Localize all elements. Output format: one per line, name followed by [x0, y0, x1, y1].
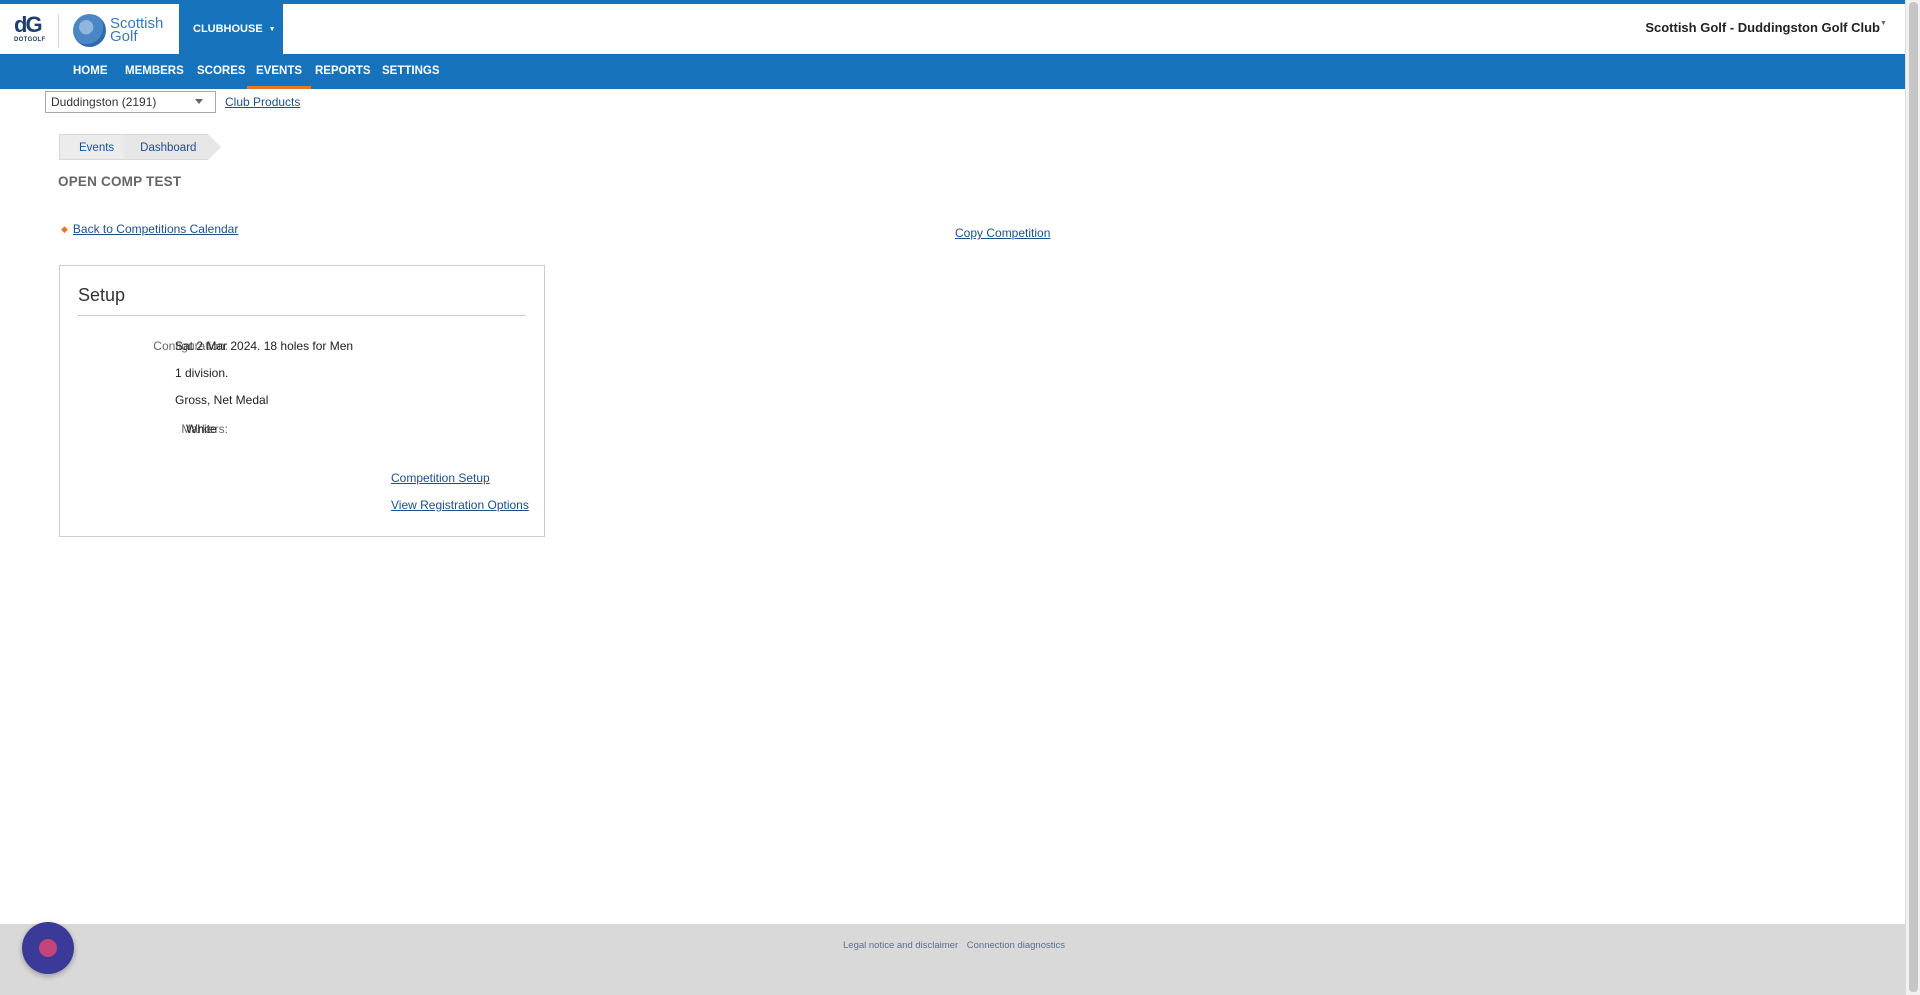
- divider: [78, 315, 526, 316]
- configuration-line: Sat 2 Mar 2024. 18 holes for Men: [175, 339, 354, 353]
- scottish-golf-logo[interactable]: Scottish Golf: [73, 12, 173, 48]
- setup-panel: Setup Configuration: Sat 2 Mar 2024. 18 …: [59, 265, 545, 537]
- nav-item-reports[interactable]: REPORTS: [315, 54, 371, 89]
- back-to-calendar-link[interactable]: Back to Competitions Calendar: [73, 222, 238, 236]
- chevron-down-icon[interactable]: ▼: [1880, 20, 1887, 27]
- connection-diagnostics-link[interactable]: Connection diagnostics: [967, 940, 1065, 951]
- configuration-line: 1 division.: [175, 366, 229, 380]
- clubhouse-menu-label: CLUBHOUSE: [193, 23, 263, 35]
- club-products-link[interactable]: Club Products: [225, 95, 300, 109]
- nav-item-scores[interactable]: SCORES: [197, 54, 246, 89]
- nav-item-home[interactable]: HOME: [73, 54, 108, 89]
- view-registration-options-link[interactable]: View Registration Options: [391, 498, 529, 512]
- nav-item-members[interactable]: MEMBERS: [125, 54, 184, 89]
- scrollbar[interactable]: [1905, 0, 1920, 995]
- dotgolf-logo-mark: dG: [14, 12, 43, 37]
- chat-indicator: [39, 939, 57, 957]
- nav-item-settings[interactable]: SETTINGS: [382, 54, 440, 89]
- account-menu[interactable]: Scottish Golf - Duddingston Golf Club: [1645, 20, 1880, 35]
- chevron-down-icon: ▼: [268, 26, 276, 33]
- club-select[interactable]: Duddingston (2191): [45, 91, 216, 113]
- scrollbar-thumb[interactable]: [1909, 2, 1918, 992]
- left-arrow-icon: ◆: [61, 223, 68, 234]
- dotgolf-logo[interactable]: dG DOTGOLF: [14, 14, 46, 48]
- dotgolf-logo-text: DOTGOLF: [14, 37, 46, 43]
- globe-icon: [73, 13, 106, 47]
- footer: Legal notice and disclaimer Connection d…: [0, 924, 1905, 995]
- breadcrumb-events[interactable]: Events: [59, 134, 138, 160]
- back-nav: ◆ Back to Competitions Calendar: [61, 222, 238, 236]
- markers-value: White: [186, 422, 217, 436]
- configuration-line: Gross, Net Medal: [175, 393, 269, 407]
- competition-setup-link[interactable]: Competition Setup: [391, 471, 490, 485]
- footer-links: Legal notice and disclaimer Connection d…: [843, 940, 1071, 951]
- nav-item-events[interactable]: EVENTS: [246, 54, 312, 89]
- dropdown-arrow-icon: [195, 99, 203, 104]
- main-nav: HOME MEMBERS SCORES EVENTS REPORTS SETTI…: [0, 54, 1905, 89]
- page-title: OPEN COMP TEST: [58, 174, 182, 189]
- club-select-value: Duddingston (2191): [51, 95, 157, 109]
- setup-panel-title: Setup: [78, 285, 126, 305]
- copy-competition-link[interactable]: Copy Competition: [955, 226, 1050, 240]
- clubhouse-menu-button[interactable]: CLUBHOUSE ▼: [179, 4, 283, 54]
- chat-widget-icon[interactable]: [22, 922, 74, 974]
- header: dG DOTGOLF Scottish Golf: [0, 4, 1905, 54]
- scottish-golf-logo-text: Scottish Golf: [110, 16, 163, 44]
- logo-divider: [58, 14, 59, 48]
- legal-notice-link[interactable]: Legal notice and disclaimer: [843, 940, 958, 951]
- breadcrumb: Events Dashboard: [59, 134, 222, 160]
